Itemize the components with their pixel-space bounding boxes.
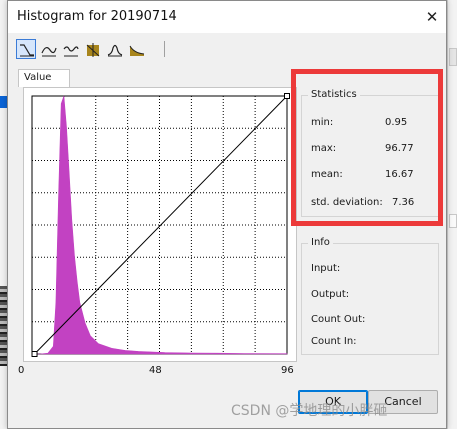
info-input-label: Input: [311, 263, 341, 274]
linear-stretch-button[interactable] [16, 39, 36, 59]
background-tab-2 [449, 214, 457, 228]
watermark: CSDN @学地理的小胖砸 [231, 403, 388, 419]
curve-icon [41, 47, 57, 57]
dialog-title: Histogram for 20190714 [17, 9, 177, 24]
gaussian-button[interactable] [104, 39, 124, 59]
info-count-out-label: Count Out: [311, 314, 366, 325]
wave-curve-button[interactable] [60, 39, 80, 59]
gaussian-icon [107, 44, 123, 57]
info-title: Info [308, 237, 333, 248]
histogram-equalize-icon [86, 43, 100, 57]
histogram-dialog: Histogram for 20190714 ✕ Value 0 48 96 S… [7, 0, 447, 429]
square-root-button[interactable] [126, 39, 146, 59]
linear-stretch-icon [20, 44, 34, 57]
histogram-chart [31, 93, 290, 357]
info-output-label: Output: [311, 289, 350, 300]
highlight-box [291, 69, 443, 226]
background-tab [449, 48, 457, 66]
histogram-equalize-button[interactable] [82, 39, 102, 59]
title-bar: Histogram for 20190714 ✕ [8, 1, 446, 33]
x-tick-label: 96 [281, 365, 294, 376]
stretch-handle-min [31, 351, 38, 357]
wave-curve-icon [63, 46, 79, 57]
stretch-handle-max [284, 93, 290, 99]
tab-value[interactable]: Value [18, 69, 70, 87]
toolbar-separator [164, 41, 165, 57]
info-count-in-label: Count In: [311, 336, 357, 347]
close-button[interactable]: ✕ [420, 7, 444, 27]
square-root-icon [129, 45, 145, 56]
curve-button[interactable] [38, 39, 58, 59]
histogram-plot[interactable] [23, 87, 297, 362]
x-tick-label: 48 [149, 365, 162, 376]
x-tick-label: 0 [18, 365, 25, 376]
